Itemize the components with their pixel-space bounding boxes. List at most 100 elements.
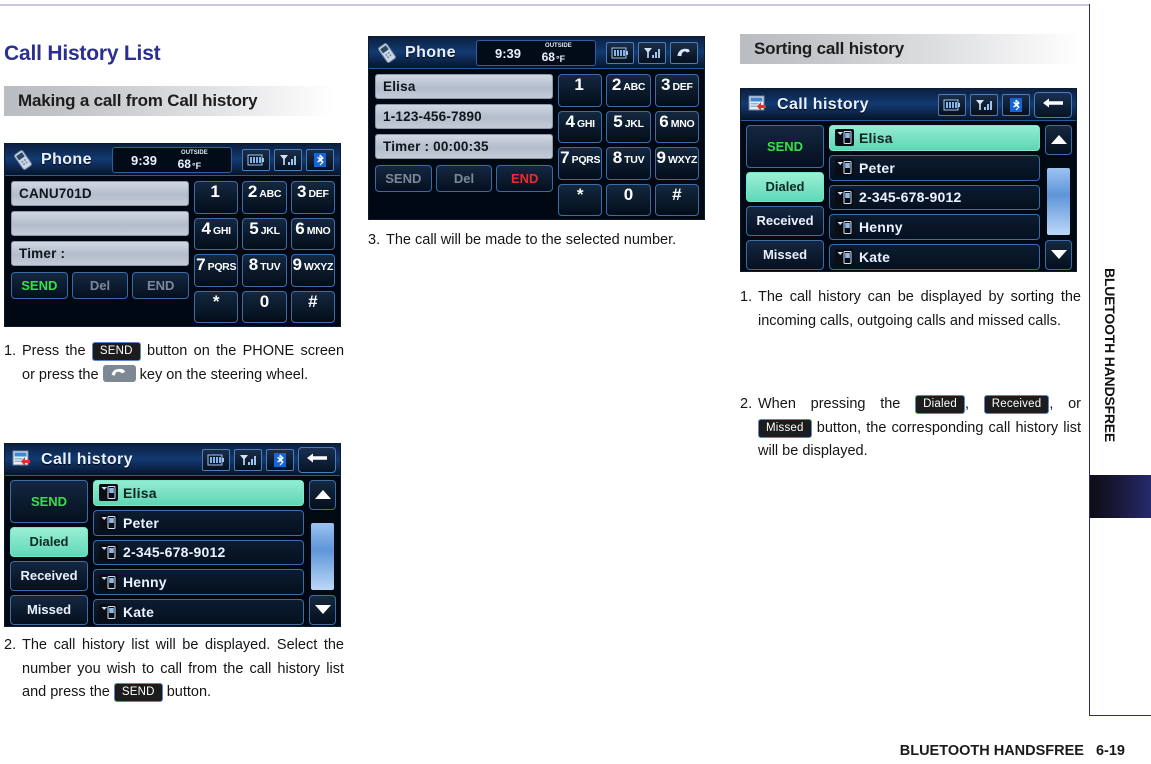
key-2[interactable]: 2 ABC (242, 181, 287, 214)
list-item[interactable]: Elisa (93, 480, 304, 506)
delete-button[interactable]: Del (435, 165, 493, 192)
missed-button[interactable]: Missed (746, 239, 824, 271)
scrollbar[interactable] (1045, 125, 1072, 270)
key-star[interactable]: * (558, 183, 603, 216)
mobile-phone-icon (99, 603, 118, 621)
key-7[interactable]: 7 PQRS (558, 147, 603, 180)
key-9-digit: 9 (656, 148, 666, 167)
delete-button[interactable]: Del (71, 272, 129, 299)
key-1[interactable]: 1 (194, 181, 239, 214)
send-button[interactable]: SEND (10, 480, 88, 523)
key-7[interactable]: 7 PQRS (194, 254, 239, 287)
step-right-2-sep-2: , or (1049, 396, 1082, 412)
dial-fields-column: Elisa 1-123-456-7890 Timer : 00:00:35 SE… (375, 74, 554, 216)
phone-handset-icon (376, 42, 398, 63)
send-button[interactable]: SEND (375, 165, 432, 192)
key-hash[interactable]: # (654, 183, 699, 216)
call-history-icon (748, 95, 770, 114)
list-item[interactable]: 2-345-678-9012 (93, 539, 304, 566)
number-field[interactable] (11, 211, 189, 236)
scrollbar[interactable] (309, 480, 336, 625)
step-left-1: 1. Press the SEND button on the PHONE sc… (4, 340, 344, 387)
key-3[interactable]: 3 DEF (654, 74, 699, 107)
section-header-sorting-label: Sorting call history (754, 39, 904, 58)
timer-field: Timer : (11, 241, 189, 266)
scroll-down-icon (314, 601, 331, 619)
key-star-digit: * (212, 291, 220, 311)
name-field[interactable]: Elisa (375, 74, 553, 99)
key-hash[interactable]: # (290, 290, 335, 323)
list-item[interactable]: Kate (93, 599, 304, 625)
list-item[interactable]: Henny (93, 569, 304, 596)
key-6[interactable]: 6 MNO (654, 110, 699, 143)
mobile-phone-icon (835, 159, 854, 177)
page-top-rule (0, 4, 1089, 6)
step-left-1-number: 1. (4, 343, 17, 359)
back-button[interactable] (298, 447, 336, 473)
list-item[interactable]: Peter (93, 509, 304, 536)
list-item[interactable]: Peter (829, 154, 1040, 181)
key-8[interactable]: 8 TUV (606, 147, 651, 180)
list-item[interactable]: Kate (829, 244, 1040, 270)
send-button[interactable]: SEND (746, 125, 824, 168)
key-5[interactable]: 5 JKL (242, 217, 287, 250)
scrollbar-track[interactable] (1045, 158, 1072, 237)
end-button[interactable]: END (132, 272, 190, 299)
back-button[interactable] (1034, 92, 1072, 118)
battery-icon (938, 94, 966, 116)
name-field[interactable]: CANU701D (11, 181, 189, 206)
scrollbar-track[interactable] (309, 513, 336, 592)
screen-title: Call history (777, 95, 869, 113)
send-button[interactable]: SEND (11, 272, 68, 299)
key-8-letters: TUV (624, 154, 645, 166)
key-4[interactable]: 4 GHI (558, 110, 603, 143)
chapter-tab-marker (1090, 475, 1151, 518)
received-button[interactable]: Received (10, 560, 88, 591)
missed-button[interactable]: Missed (10, 594, 88, 626)
call-history-list: Elisa Peter 2-345-678-9012 Henny Kate (829, 125, 1040, 270)
scrollbar-thumb[interactable] (311, 523, 334, 590)
key-9[interactable]: 9 WXYZ (290, 254, 335, 287)
key-0[interactable]: 0 (242, 290, 287, 323)
key-4[interactable]: 4 GHI (194, 217, 239, 250)
key-9[interactable]: 9 WXYZ (654, 147, 699, 180)
received-button[interactable]: Received (746, 205, 824, 236)
key-2[interactable]: 2 ABC (606, 74, 651, 107)
scroll-down-button[interactable] (309, 595, 336, 625)
list-item-label: 2-345-678-9012 (123, 544, 226, 561)
list-item-label: Kate (859, 249, 891, 266)
list-item[interactable]: 2-345-678-9012 (829, 184, 1040, 211)
call-history-filter-column: SEND Dialed Received Missed (10, 480, 88, 626)
scroll-up-button[interactable] (1045, 125, 1072, 155)
key-1[interactable]: 1 (558, 74, 603, 107)
key-5[interactable]: 5 JKL (606, 110, 651, 143)
number-field[interactable]: 1-123-456-7890 (375, 104, 553, 129)
key-0-digit: 0 (623, 184, 634, 204)
page-edge-line-bottom (1089, 715, 1151, 716)
scroll-up-button[interactable] (309, 480, 336, 510)
key-0-digit: 0 (259, 291, 270, 311)
call-history-body: SEND Dialed Received Missed Elisa Peter … (5, 476, 340, 626)
scrollbar-thumb[interactable] (1047, 168, 1070, 235)
outside-temp-unit: °F (191, 160, 202, 171)
list-item[interactable]: Elisa (829, 125, 1040, 151)
dialed-button[interactable]: Dialed (746, 171, 824, 202)
dialed-button[interactable]: Dialed (10, 526, 88, 557)
key-2-digit: 2 (247, 182, 258, 201)
key-3[interactable]: 3 DEF (290, 181, 335, 214)
key-8[interactable]: 8 TUV (242, 254, 287, 287)
list-item[interactable]: Henny (829, 214, 1040, 241)
key-0[interactable]: 0 (606, 183, 651, 216)
call-history-screen-left: Call history SEND Dialed Received Missed (4, 443, 341, 627)
key-6[interactable]: 6 MNO (290, 217, 335, 250)
signal-bars-icon (970, 94, 998, 116)
end-button[interactable]: END (496, 165, 554, 192)
list-item-label: Kate (123, 604, 155, 621)
step-right-1-text: The call history can be displayed by sor… (758, 289, 1081, 329)
key-star-digit: * (576, 184, 584, 204)
screen-titlebar: Call history (5, 444, 340, 476)
key-star[interactable]: * (194, 290, 239, 323)
scroll-down-button[interactable] (1045, 240, 1072, 270)
key-5-digit: 5 (613, 111, 623, 131)
step-left-2-number: 2. (4, 637, 17, 653)
